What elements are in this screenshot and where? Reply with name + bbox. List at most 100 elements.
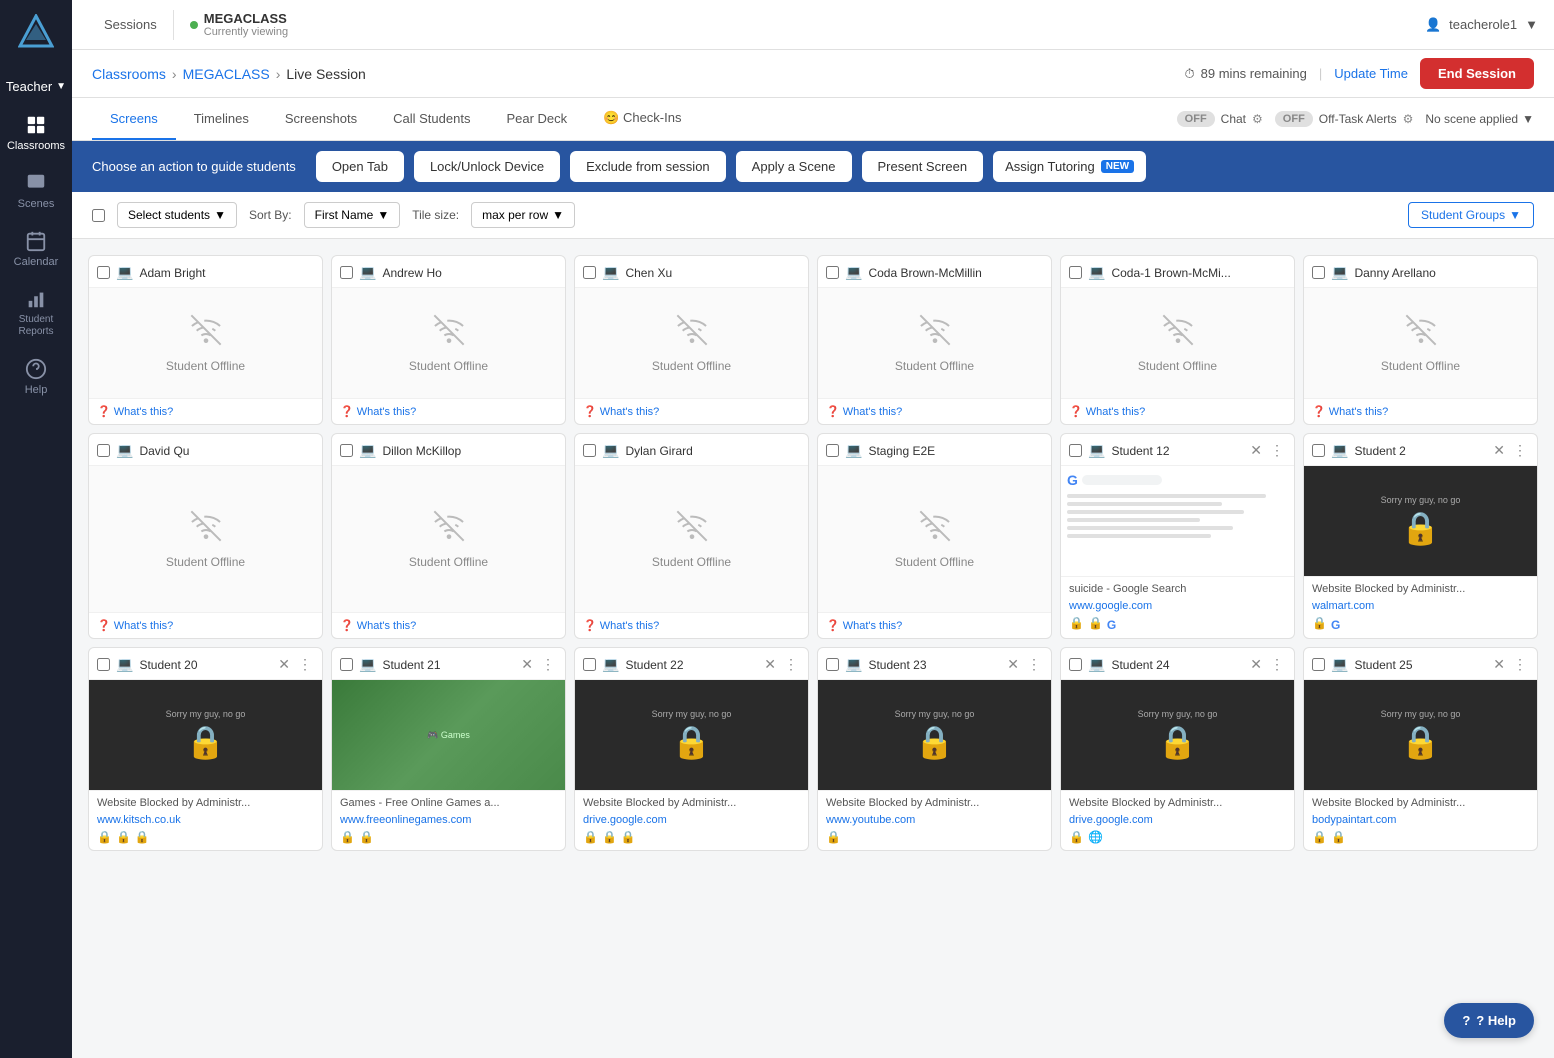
sidebar-item-student-reports[interactable]: Student Reports — [0, 278, 72, 348]
card-checkbox[interactable] — [1069, 266, 1082, 279]
card-exclude-icon[interactable]: ✕ — [762, 656, 778, 673]
question-icon: ❓ — [1312, 405, 1326, 418]
card-checkbox[interactable] — [583, 444, 596, 457]
whats-this-link[interactable]: ❓ What's this? — [340, 619, 557, 632]
footer-icons: 🔒🔒 — [340, 830, 557, 844]
assign-tutoring-button[interactable]: Assign Tutoring NEW — [993, 151, 1146, 182]
card-exclude-icon[interactable]: ✕ — [276, 656, 292, 673]
whats-this-link[interactable]: ❓ What's this? — [583, 405, 800, 418]
exclude-button[interactable]: Exclude from session — [570, 151, 726, 182]
card-exclude-icon[interactable]: ✕ — [1005, 656, 1021, 673]
tab-timelines[interactable]: Timelines — [176, 99, 267, 140]
card-checkbox[interactable] — [583, 266, 596, 279]
site-url[interactable]: www.google.com — [1069, 600, 1152, 612]
off-task-toggle[interactable]: OFF — [1275, 111, 1313, 127]
card-menu-icon[interactable]: ⋮ — [782, 656, 800, 673]
card-header: 💻Staging E2E — [818, 434, 1051, 466]
site-url[interactable]: www.kitsch.co.uk — [97, 814, 181, 826]
chat-toggle[interactable]: OFF — [1177, 111, 1215, 127]
card-checkbox[interactable] — [1312, 658, 1325, 671]
whats-this-link[interactable]: ❓ What's this? — [583, 619, 800, 632]
footer-icon: 🔒 — [359, 830, 374, 844]
chevron-down-icon: ▼ — [56, 81, 66, 92]
tab-screens[interactable]: Screens — [92, 99, 176, 140]
breadcrumb-classrooms[interactable]: Classrooms — [92, 66, 166, 82]
whats-this-link[interactable]: ❓ What's this? — [826, 619, 1043, 632]
tab-pear-deck[interactable]: Pear Deck — [488, 99, 585, 140]
sidebar-item-scenes[interactable]: Scenes — [0, 162, 72, 220]
offline-text: Student Offline — [652, 555, 731, 569]
card-checkbox[interactable] — [340, 444, 353, 457]
footer-icon: 🔒 — [1069, 830, 1084, 844]
scene-dropdown[interactable]: No scene applied ▼ — [1425, 112, 1534, 126]
tab-screenshots[interactable]: Screenshots — [267, 99, 375, 140]
help-fab[interactable]: ? ? Help — [1444, 1003, 1534, 1038]
off-task-settings-icon[interactable]: ⚙ — [1403, 112, 1414, 126]
student-groups-button[interactable]: Student Groups ▼ — [1408, 202, 1534, 228]
card-exclude-icon[interactable]: ✕ — [1491, 442, 1507, 459]
site-url[interactable]: bodypaintart.com — [1312, 814, 1396, 826]
teacher-dropdown[interactable]: Teacher ▼ — [0, 69, 72, 104]
breadcrumb-divider: | — [1319, 66, 1322, 81]
card-checkbox[interactable] — [1312, 266, 1325, 279]
tab-call-students[interactable]: Call Students — [375, 99, 488, 140]
card-exclude-icon[interactable]: ✕ — [519, 656, 535, 673]
whats-this-link[interactable]: ❓ What's this? — [97, 619, 314, 632]
card-menu-icon[interactable]: ⋮ — [1268, 656, 1286, 673]
card-menu-icon[interactable]: ⋮ — [539, 656, 557, 673]
card-menu-icon[interactable]: ⋮ — [1268, 442, 1286, 459]
whats-this-link[interactable]: ❓ What's this? — [1069, 405, 1286, 418]
offline-text: Student Offline — [166, 555, 245, 569]
update-time-link[interactable]: Update Time — [1334, 66, 1408, 81]
site-url[interactable]: drive.google.com — [1069, 814, 1153, 826]
sessions-link[interactable]: Sessions — [88, 17, 173, 32]
whats-this-link[interactable]: ❓ What's this? — [97, 405, 314, 418]
card-checkbox[interactable] — [583, 658, 596, 671]
card-menu-icon[interactable]: ⋮ — [1025, 656, 1043, 673]
open-tab-button[interactable]: Open Tab — [316, 151, 404, 182]
sidebar-item-classrooms[interactable]: Classrooms — [0, 104, 72, 162]
card-checkbox[interactable] — [97, 266, 110, 279]
card-checkbox[interactable] — [826, 444, 839, 457]
site-url[interactable]: walmart.com — [1312, 600, 1374, 612]
card-menu-icon[interactable]: ⋮ — [1511, 656, 1529, 673]
sidebar-item-help[interactable]: Help — [0, 348, 72, 406]
tab-check-ins[interactable]: 😊 Check-Ins — [585, 98, 699, 140]
site-title: Website Blocked by Administr... — [583, 797, 800, 809]
card-menu-icon[interactable]: ⋮ — [1511, 442, 1529, 459]
card-exclude-icon[interactable]: ✕ — [1248, 656, 1264, 673]
card-checkbox[interactable] — [340, 266, 353, 279]
whats-this-link[interactable]: ❓ What's this? — [826, 405, 1043, 418]
card-checkbox[interactable] — [826, 266, 839, 279]
whats-this-link[interactable]: ❓ What's this? — [340, 405, 557, 418]
select-students-button[interactable]: Select students ▼ — [117, 202, 237, 228]
end-session-button[interactable]: End Session — [1420, 58, 1534, 89]
site-url[interactable]: www.freeonlinegames.com — [340, 814, 471, 826]
present-screen-button[interactable]: Present Screen — [862, 151, 984, 182]
card-checkbox[interactable] — [826, 658, 839, 671]
whats-this-link[interactable]: ❓ What's this? — [1312, 405, 1529, 418]
card-actions: ✕⋮ — [1491, 656, 1529, 673]
breadcrumb-megaclass[interactable]: MEGACLASS — [183, 66, 270, 82]
card-checkbox[interactable] — [97, 658, 110, 671]
tile-size-button[interactable]: max per row ▼ — [471, 202, 575, 228]
card-menu-icon[interactable]: ⋮ — [296, 656, 314, 673]
card-exclude-icon[interactable]: ✕ — [1248, 442, 1264, 459]
card-checkbox[interactable] — [1069, 444, 1082, 457]
card-checkbox[interactable] — [1312, 444, 1325, 457]
sidebar-item-calendar[interactable]: Calendar — [0, 220, 72, 278]
card-checkbox[interactable] — [1069, 658, 1082, 671]
card-checkbox[interactable] — [97, 444, 110, 457]
card-exclude-icon[interactable]: ✕ — [1491, 656, 1507, 673]
site-url[interactable]: www.youtube.com — [826, 814, 915, 826]
sort-by-button[interactable]: First Name ▼ — [304, 202, 401, 228]
student-card: 💻Student 20✕⋮ Sorry my guy, no go 🔒 Webs… — [88, 647, 323, 851]
apply-scene-button[interactable]: Apply a Scene — [736, 151, 852, 182]
breadcrumb-sep-1: › — [172, 66, 177, 82]
card-checkbox[interactable] — [340, 658, 353, 671]
chat-settings-icon[interactable]: ⚙ — [1252, 112, 1263, 126]
site-url[interactable]: drive.google.com — [583, 814, 667, 826]
select-all-checkbox[interactable] — [92, 209, 105, 222]
lock-unlock-button[interactable]: Lock/Unlock Device — [414, 151, 560, 182]
laptop-icon: 💻 — [359, 264, 376, 281]
